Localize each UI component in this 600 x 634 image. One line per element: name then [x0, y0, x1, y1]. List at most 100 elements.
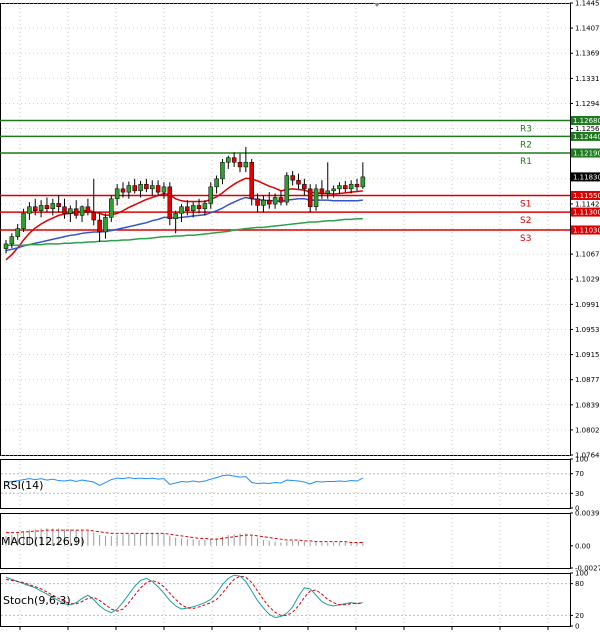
rsi-axis-label: 70: [575, 470, 584, 478]
level-label-r2: R2: [520, 140, 532, 150]
candle-body-up: [208, 186, 213, 204]
candle-body-up: [348, 183, 354, 190]
candle-body-down: [144, 183, 149, 190]
candle-body-down: [120, 188, 126, 193]
stoch-axis-label: 100: [575, 570, 588, 578]
price-axis-label: 1.09910: [575, 301, 600, 309]
candle-body-up: [360, 176, 366, 188]
candle-body-down: [85, 206, 91, 213]
candle-body-up: [50, 203, 56, 210]
candle-body-up: [3, 243, 9, 249]
candle-body-up: [325, 190, 330, 194]
stoch-axis-label: 20: [575, 612, 584, 620]
price-axis-label: 1.14450: [575, 0, 600, 8]
price-axis-label: 1.08770: [575, 376, 600, 384]
price-axis-label: 1.12560: [575, 125, 600, 133]
level-tag-text-s1: 1.11550: [573, 192, 600, 200]
price-axis-label: 1.13310: [575, 75, 600, 83]
level-tag-text-s2: 1.11300: [573, 209, 600, 217]
level-label-s1: S1: [520, 199, 531, 209]
candle-body-down: [132, 185, 137, 192]
candle-body-up: [337, 185, 342, 190]
candle-body-up: [38, 205, 44, 211]
candle-body-up: [284, 175, 290, 203]
price-axis-label: 1.09150: [575, 351, 600, 359]
rsi-axis-label: 30: [575, 490, 584, 498]
candle-body-down: [97, 219, 102, 233]
macd-axis-label: 0.00398: [575, 510, 600, 518]
candle-body-down: [56, 203, 61, 208]
candle-body-down: [267, 199, 272, 205]
candle-body-up: [313, 188, 319, 208]
candle-body-up: [202, 203, 208, 210]
candle-body-down: [91, 211, 96, 221]
candle-body-down: [307, 188, 313, 208]
candle-body-up: [15, 228, 20, 237]
candle-body-down: [302, 183, 307, 190]
level-tag-text-r3: 1.12680: [573, 117, 600, 125]
price-axis-label: 1.09530: [575, 326, 600, 334]
panel-frame-macd: [0, 513, 571, 569]
macd-label: MACD(12,26,9): [1, 535, 85, 548]
candle-body-up: [226, 157, 231, 163]
candle-body-up: [179, 206, 184, 214]
candle-body-up: [190, 205, 196, 211]
price-axis-label: 1.13690: [575, 50, 600, 58]
candle-body-down: [319, 188, 325, 194]
candle-body-up: [214, 178, 219, 188]
rsi-axis-label: 100: [575, 456, 588, 464]
candle-body-up: [173, 213, 178, 219]
chart-svg: 1.14450 1.14070 1.13690 1.13310 1.12940 1.125…: [0, 0, 600, 631]
candle-body-down: [231, 157, 237, 163]
candle-body-down: [44, 205, 50, 210]
candle-body-down: [237, 162, 243, 168]
price-axis-label: 1.10290: [575, 276, 600, 284]
candle-body-down: [185, 206, 190, 211]
stoch-axis-label: 0: [575, 623, 579, 631]
price-axis-label: 1.08390: [575, 401, 600, 409]
candle-body-up: [21, 213, 26, 229]
level-label-r3: R3: [520, 124, 532, 134]
price-axis-label: 1.12940: [575, 100, 600, 108]
candle-body-up: [150, 185, 155, 190]
level-tag-text-r1: 1.12190: [573, 150, 600, 158]
candle-body-down: [255, 198, 260, 206]
candle-body-up: [79, 206, 85, 216]
level-tag-text-s3: 1.11030: [573, 226, 600, 234]
candle-body-down: [196, 205, 202, 210]
candle-body-down: [33, 206, 38, 211]
panel-frame-rsi: [0, 459, 571, 509]
level-label-s3: S3: [520, 234, 531, 244]
stoch-label: Stoch(9,6,3): [3, 594, 71, 607]
price-axis-label: 1.08020: [575, 426, 600, 434]
candle-body-up: [220, 162, 225, 180]
candle-body-down: [167, 186, 173, 219]
candle-body-up: [103, 217, 108, 233]
candle-body-up: [9, 236, 15, 245]
candle-body-up: [272, 197, 278, 205]
level-label-s2: S2: [520, 216, 531, 226]
candle-body-down: [73, 208, 79, 216]
level-tag-text-r2: 1.12440: [573, 133, 600, 141]
candle-body-up: [243, 162, 249, 168]
price-axis-label: 1.14070: [575, 25, 600, 33]
level-label-r1: R1: [520, 157, 532, 167]
candle-body-up: [109, 198, 114, 218]
candle-body-up: [161, 186, 167, 193]
candle-body-down: [296, 179, 301, 185]
candle-body-up: [114, 188, 120, 200]
price-axis-label: 1.11420: [575, 200, 600, 208]
candle-body-up: [331, 188, 336, 192]
candle-body-down: [290, 175, 295, 181]
candle-body-up: [68, 208, 73, 214]
candle-body-down: [62, 206, 67, 214]
candle-body-down: [354, 183, 360, 188]
candle-body-down: [278, 197, 284, 203]
candle-body-up: [261, 199, 266, 206]
candle-body-up: [126, 185, 132, 193]
candle-body-up: [138, 183, 143, 192]
candle-body-down: [343, 185, 348, 190]
macd-axis-label: 0.00: [575, 542, 591, 550]
stoch-axis-label: 80: [575, 580, 584, 588]
rsi-label: RSI(14): [3, 479, 43, 492]
